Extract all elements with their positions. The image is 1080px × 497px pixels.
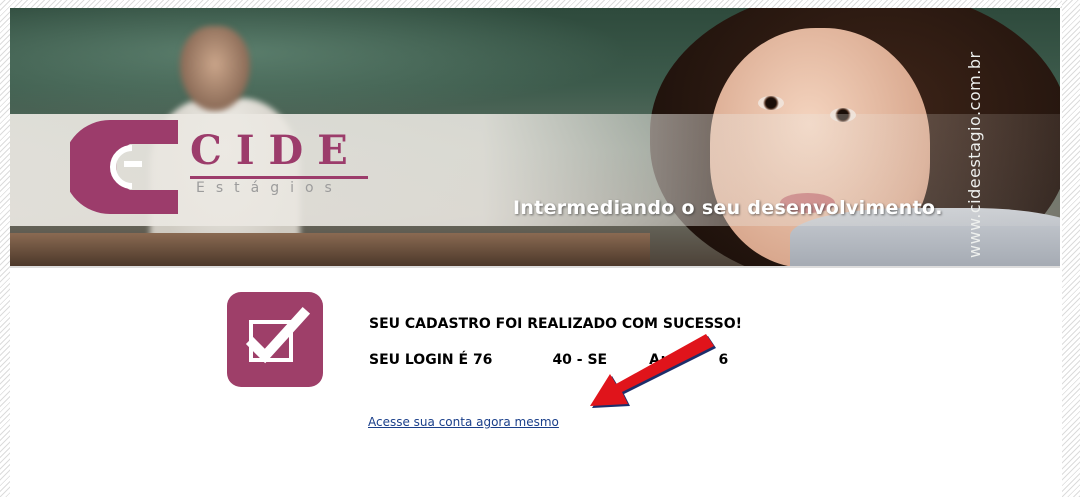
red-arrow-annotation: [590, 334, 716, 408]
page-top-border: [0, 0, 1080, 8]
access-account-link[interactable]: Acesse sua conta agora mesmo: [368, 415, 559, 429]
logo-underline: [190, 176, 368, 179]
page-left-border: [0, 0, 10, 497]
page-right-border: [1062, 0, 1080, 497]
chalkboard-glow: [10, 8, 630, 118]
cide-logo-icon: [70, 120, 178, 214]
logo-wordmark: CIDE: [190, 127, 362, 174]
student-eye-left: [758, 96, 784, 110]
check-box-icon: [227, 292, 323, 387]
banner-divider: [10, 266, 1060, 268]
desk: [10, 233, 650, 266]
teacher-head: [180, 26, 250, 111]
banner-tagline: Intermediando o seu desenvolvimento.: [513, 197, 943, 219]
logo-subtitle: Estágios: [196, 180, 343, 196]
banner-vertical-url: www.cideestagio.com.br: [965, 51, 984, 258]
login-part-1: SEU LOGIN É 76: [369, 352, 493, 368]
